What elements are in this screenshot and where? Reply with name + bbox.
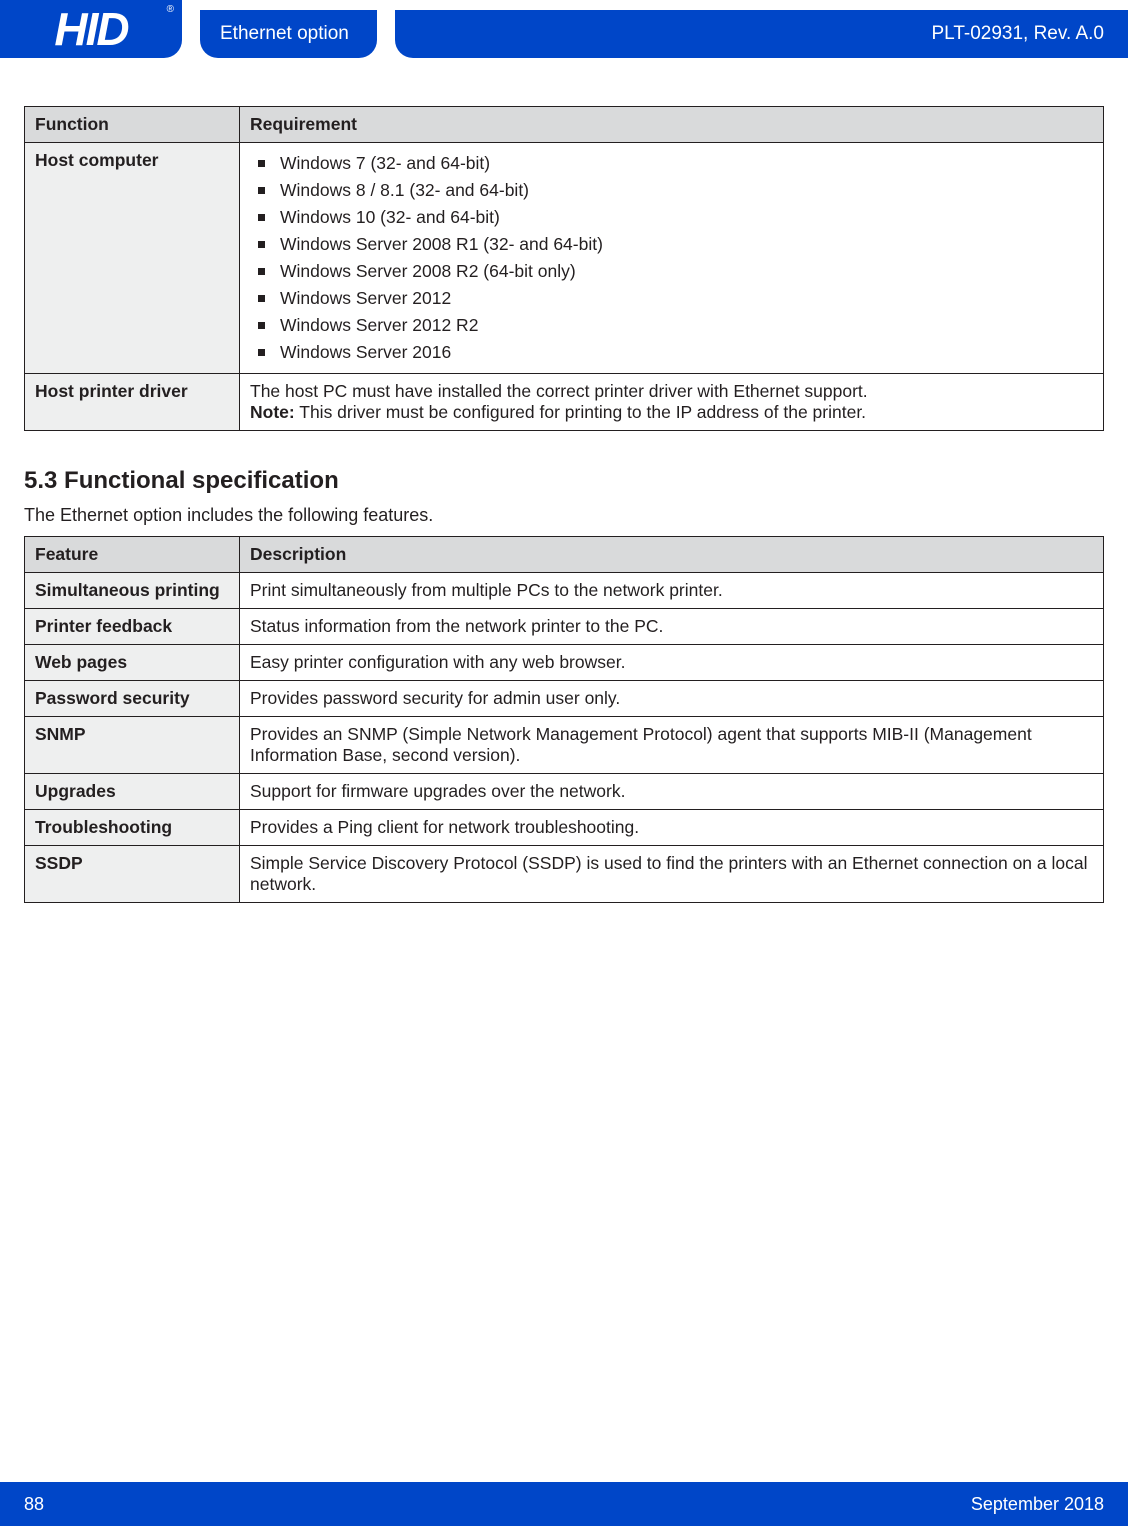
page-header: HID ® Ethernet option PLT-02931, Rev. A.… xyxy=(0,0,1128,58)
row-label: Web pages xyxy=(25,645,240,681)
row-value: The host PC must have installed the corr… xyxy=(240,374,1104,431)
header-revision: PLT-02931, Rev. A.0 xyxy=(931,23,1104,45)
row-value: Easy printer configuration with any web … xyxy=(240,645,1104,681)
row-label: Troubleshooting xyxy=(25,810,240,846)
row-value: Provides a Ping client for network troub… xyxy=(240,810,1104,846)
features-table: Feature Description Simultaneous printin… xyxy=(24,536,1104,903)
list-item: Windows Server 2016 xyxy=(280,339,1093,366)
row-value: Simple Service Discovery Protocol (SSDP)… xyxy=(240,846,1104,903)
requirement-list: Windows 7 (32- and 64-bit) Windows 8 / 8… xyxy=(250,150,1093,366)
table-header-description: Description xyxy=(240,537,1104,573)
page-footer: 88 September 2018 xyxy=(0,1482,1128,1526)
table-header-requirement: Requirement xyxy=(240,107,1104,143)
note-label: Note: xyxy=(250,402,295,422)
list-item: Windows Server 2008 R1 (32- and 64-bit) xyxy=(280,231,1093,258)
footer-date: September 2018 xyxy=(971,1494,1104,1515)
requirements-table: Function Requirement Host computer Windo… xyxy=(24,106,1104,431)
table-row: Printer feedbackStatus information from … xyxy=(25,609,1104,645)
note-text: This driver must be configured for print… xyxy=(295,402,866,422)
row-value: Support for firmware upgrades over the n… xyxy=(240,774,1104,810)
section-heading: 5.3 Functional specification xyxy=(24,467,1104,495)
table-header-feature: Feature xyxy=(25,537,240,573)
table-row: SSDPSimple Service Discovery Protocol (S… xyxy=(25,846,1104,903)
row-label: SNMP xyxy=(25,717,240,774)
table-row: Host printer driver The host PC must hav… xyxy=(25,374,1104,431)
list-item: Windows 7 (32- and 64-bit) xyxy=(280,150,1093,177)
header-title: Ethernet option xyxy=(220,23,349,45)
row-label: Upgrades xyxy=(25,774,240,810)
row-value: Status information from the network prin… xyxy=(240,609,1104,645)
page-content: Function Requirement Host computer Windo… xyxy=(0,58,1128,903)
row-value: Provides password security for admin use… xyxy=(240,681,1104,717)
row-label: Host printer driver xyxy=(25,374,240,431)
driver-text: The host PC must have installed the corr… xyxy=(250,381,1093,402)
logo-box: HID ® xyxy=(0,0,182,58)
driver-note: Note: This driver must be configured for… xyxy=(250,402,1093,423)
row-label: Host computer xyxy=(25,143,240,374)
table-row: Simultaneous printingPrint simultaneousl… xyxy=(25,573,1104,609)
row-value: Provides an SNMP (Simple Network Managem… xyxy=(240,717,1104,774)
header-rev-box: PLT-02931, Rev. A.0 xyxy=(395,10,1128,58)
table-header-function: Function xyxy=(25,107,240,143)
section-intro: The Ethernet option includes the followi… xyxy=(24,505,1104,526)
list-item: Windows 10 (32- and 64-bit) xyxy=(280,204,1093,231)
page-number: 88 xyxy=(24,1494,44,1515)
list-item: Windows Server 2012 xyxy=(280,285,1093,312)
table-row: SNMPProvides an SNMP (Simple Network Man… xyxy=(25,717,1104,774)
table-row: TroubleshootingProvides a Ping client fo… xyxy=(25,810,1104,846)
row-value: Windows 7 (32- and 64-bit) Windows 8 / 8… xyxy=(240,143,1104,374)
list-item: Windows Server 2012 R2 xyxy=(280,312,1093,339)
table-row: Host computer Windows 7 (32- and 64-bit)… xyxy=(25,143,1104,374)
table-row: Web pagesEasy printer configuration with… xyxy=(25,645,1104,681)
row-value: Print simultaneously from multiple PCs t… xyxy=(240,573,1104,609)
table-row: Password securityProvides password secur… xyxy=(25,681,1104,717)
logo-text: HID xyxy=(54,2,127,56)
table-row: UpgradesSupport for firmware upgrades ov… xyxy=(25,774,1104,810)
row-label: Password security xyxy=(25,681,240,717)
row-label: Printer feedback xyxy=(25,609,240,645)
header-title-box: Ethernet option xyxy=(200,10,377,58)
list-item: Windows Server 2008 R2 (64-bit only) xyxy=(280,258,1093,285)
row-label: SSDP xyxy=(25,846,240,903)
list-item: Windows 8 / 8.1 (32- and 64-bit) xyxy=(280,177,1093,204)
row-label: Simultaneous printing xyxy=(25,573,240,609)
registered-icon: ® xyxy=(167,4,174,15)
